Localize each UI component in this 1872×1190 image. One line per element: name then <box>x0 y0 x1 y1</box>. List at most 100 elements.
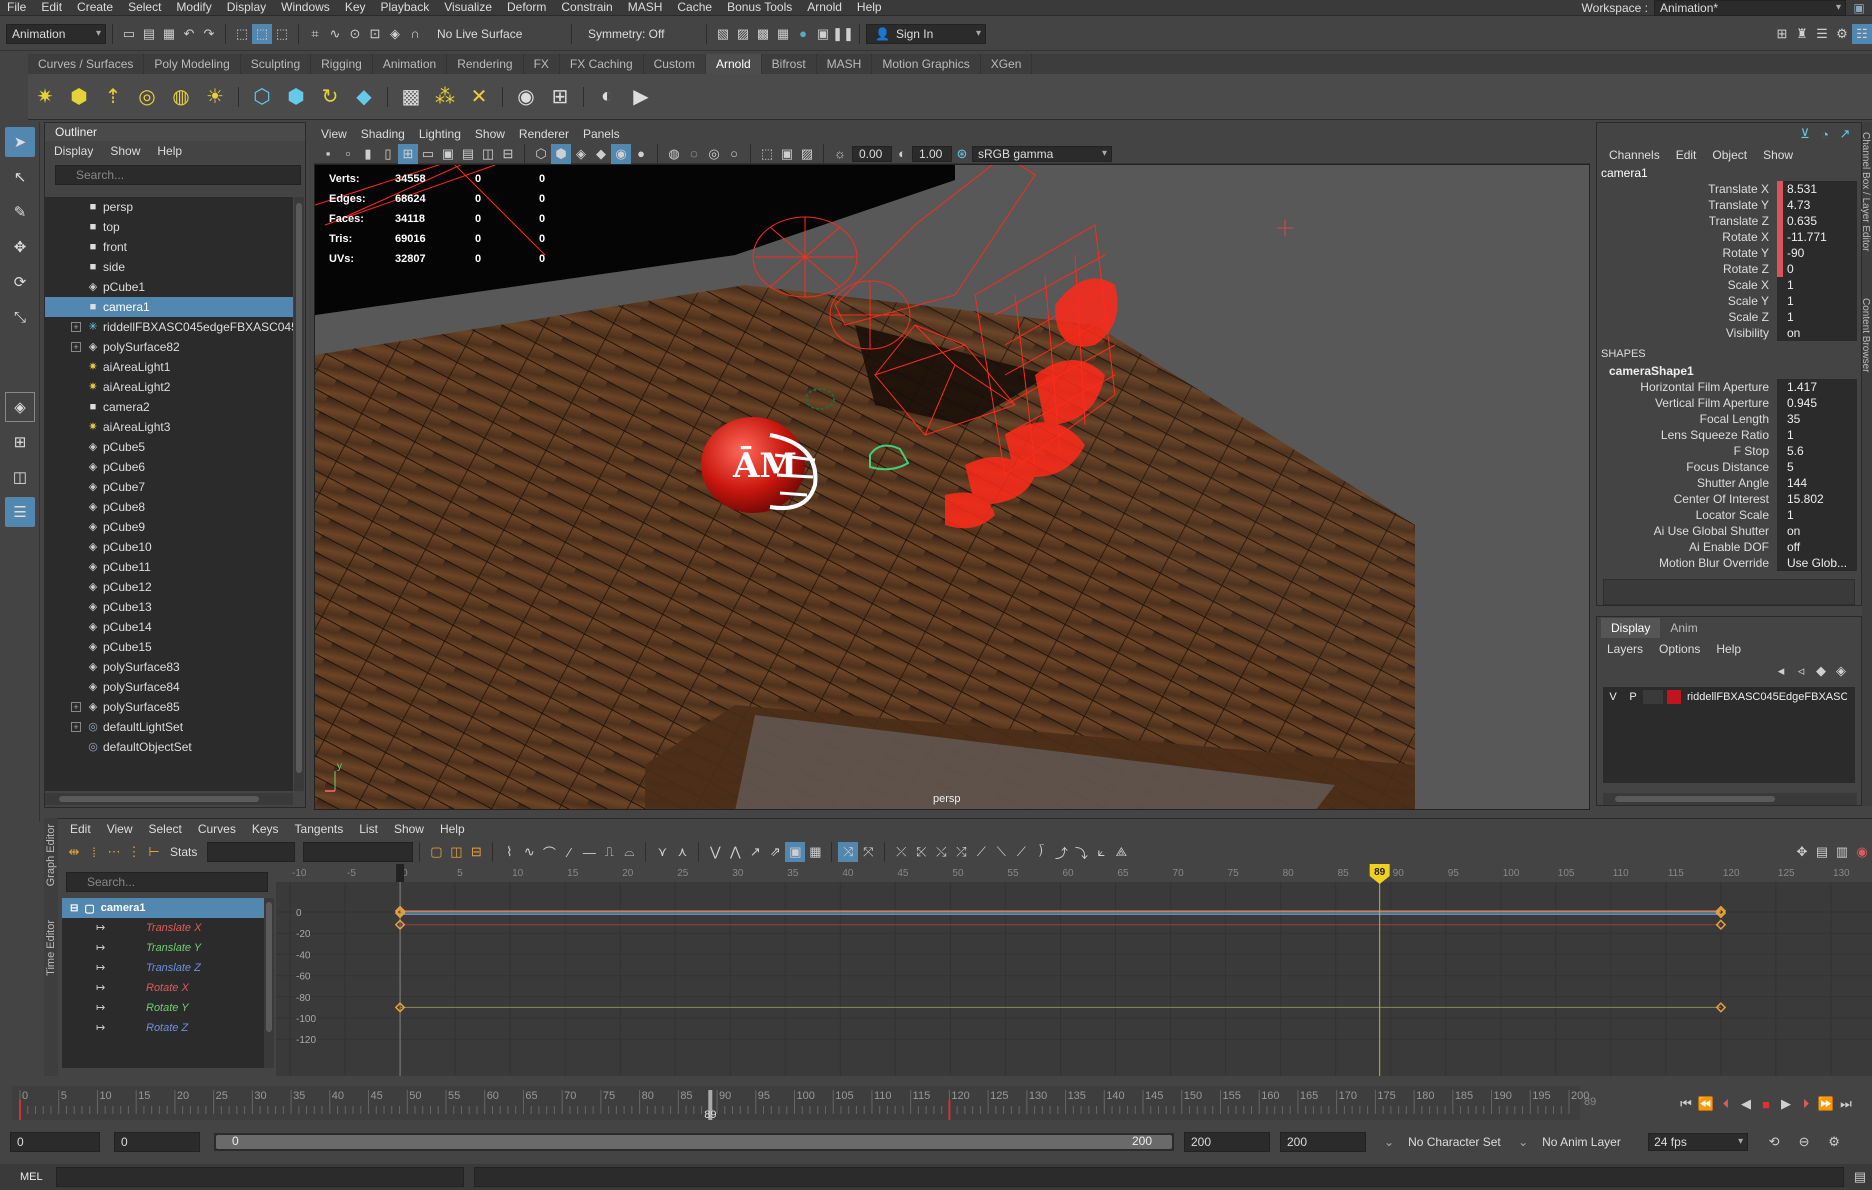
ghost-icon[interactable]: ⟀ <box>1091 842 1111 862</box>
layer-menu-help[interactable]: Help <box>1716 642 1741 656</box>
modeling-toolkit-icon[interactable]: ⊞ <box>1772 24 1792 44</box>
rotate-tool-icon[interactable]: ⟳ <box>5 267 35 297</box>
select-tool-icon[interactable]: ➤ <box>5 127 35 157</box>
xray-joints-icon[interactable]: ▣ <box>777 144 797 164</box>
menu-display[interactable]: Display <box>220 0 274 15</box>
shape-channel-row[interactable]: Focus Distance 5 <box>1597 459 1861 475</box>
resolution-gate-icon[interactable]: ▣ <box>438 144 458 164</box>
layer-tab-anim[interactable]: Anim <box>1660 618 1707 638</box>
layer-color-swatch[interactable] <box>1667 690 1681 704</box>
stop-icon[interactable]: ■ <box>1756 1094 1776 1114</box>
go-to-end-icon[interactable]: ⏭ <box>1836 1094 1856 1114</box>
outliner-item[interactable]: + ◈ polySurface85 <box>45 697 293 717</box>
outliner-item[interactable]: + ✳ riddellFBXASC045edgeFBXASC045gr <box>45 317 293 337</box>
field-chart-icon[interactable]: ◫ <box>478 144 498 164</box>
menu-select[interactable]: Select <box>121 0 169 15</box>
layer-visibility-toggle[interactable]: V <box>1603 691 1623 703</box>
value-snap-icon[interactable]: ▦ <box>805 842 825 862</box>
channel-name[interactable]: Ai Enable DOF <box>1597 539 1777 555</box>
outliner-item[interactable]: ◈ pCube14 <box>45 617 293 637</box>
ge-fit-icon[interactable]: ✥ <box>1792 842 1812 862</box>
clamped-tangent-icon[interactable]: ⌒ <box>539 842 559 862</box>
snap-keys-icon[interactable]: ⟌ <box>1031 842 1051 862</box>
step-back-frame-icon[interactable]: ⏪ <box>1696 1094 1716 1114</box>
snap-magnet-icon[interactable]: ∩ <box>405 24 425 44</box>
cycle-offset-icon[interactable]: ⤮ <box>951 842 971 862</box>
pause-icon[interactable]: ❚❚ <box>832 24 854 44</box>
shelf-tab-curves-surfaces[interactable]: Curves / Surfaces <box>28 54 145 74</box>
smooth-shade-icon[interactable]: ⬢ <box>551 143 571 164</box>
shelf-tab-bifrost[interactable]: Bifrost <box>762 54 817 74</box>
layer-name[interactable]: riddellFBXASC045EdgeFBXASC <box>1687 691 1847 703</box>
menu-visualize[interactable]: Visualize <box>437 0 500 15</box>
select-object-icon[interactable]: ⬚ <box>252 23 272 44</box>
mel-input[interactable] <box>56 1167 464 1187</box>
channel-name[interactable]: Rotate Y <box>1597 245 1777 261</box>
photometric-light-icon[interactable]: ◍ <box>167 83 195 111</box>
channel-name[interactable]: Visibility <box>1597 325 1777 341</box>
ambient-occlusion-icon[interactable]: ◍ <box>664 144 684 164</box>
attribute-editor-icon[interactable]: ☰ <box>1812 24 1832 44</box>
single-pane-layout-icon[interactable]: ◈ <box>5 392 35 422</box>
channel-name[interactable]: Rotate X <box>1597 229 1777 245</box>
channel-name[interactable]: Scale X <box>1597 277 1777 293</box>
layer-menu-layers[interactable]: Layers <box>1607 642 1643 656</box>
isolate-select-icon[interactable]: ○ <box>724 144 744 164</box>
channel-value[interactable]: 0 <box>1777 261 1857 277</box>
menu-create[interactable]: Create <box>70 0 121 15</box>
ge-menu-view[interactable]: View <box>99 819 141 839</box>
fps-select[interactable]: 24 fps <box>1648 1133 1749 1151</box>
auto-tangent-icon[interactable]: ⌇ <box>499 842 519 862</box>
xray-icon[interactable]: ⬚ <box>757 144 777 164</box>
channel-name[interactable]: Vertical Film Aperture <box>1597 395 1777 411</box>
channel-menu-show[interactable]: Show <box>1755 145 1801 165</box>
outliner-menu-show[interactable]: Show <box>101 141 148 161</box>
outliner-item[interactable]: ◎ defaultObjectSet <box>45 737 293 757</box>
expand-icon[interactable]: + <box>71 722 81 732</box>
ipr-icon[interactable]: ▣ <box>813 24 833 44</box>
four-pane-layout-icon[interactable]: ⊞ <box>5 427 35 457</box>
content-browser-tab[interactable]: Content Browser <box>1860 298 1871 372</box>
channel-name[interactable]: Scale Z <box>1597 309 1777 325</box>
outliner-item[interactable]: + ◈ polySurface82 <box>45 337 293 357</box>
shelf-tab-fx-caching[interactable]: FX Caching <box>560 54 644 74</box>
channel-row[interactable]: Scale Y1 <box>1597 293 1861 309</box>
render-frame-icon[interactable]: ▧ <box>713 24 733 44</box>
ge-menu-select[interactable]: Select <box>140 819 189 839</box>
export-standin-icon[interactable]: ◆ <box>350 83 378 111</box>
channel-value[interactable]: 1 <box>1777 293 1857 309</box>
cycle-icon[interactable]: ⤯ <box>931 842 951 862</box>
menu-modify[interactable]: Modify <box>169 0 219 15</box>
use-all-lights-icon[interactable]: ◉ <box>611 143 631 164</box>
menu-playback[interactable]: Playback <box>374 0 438 15</box>
channel-value[interactable]: 0.635 <box>1777 213 1857 229</box>
wireframe-icon[interactable]: ⬡ <box>531 144 551 164</box>
play-icon[interactable]: ▶ <box>627 83 655 111</box>
outliner-item[interactable]: ◈ polySurface84 <box>45 677 293 697</box>
menu-bonus-tools[interactable]: Bonus Tools <box>720 0 800 15</box>
snap-grid-icon[interactable]: ⌗ <box>305 24 325 44</box>
select-component-icon[interactable]: ⬚ <box>272 24 292 44</box>
ge-menu-show[interactable]: Show <box>386 819 432 839</box>
render-view-shelf-icon[interactable]: ◉ <box>512 83 540 111</box>
anim-prefs-icon[interactable]: ⚙ <box>1824 1132 1844 1152</box>
light-manager-icon[interactable]: ✕ <box>465 83 493 111</box>
shelf-tab-rendering[interactable]: Rendering <box>447 54 524 74</box>
channel-value[interactable]: 1.417 <box>1777 379 1857 395</box>
channel-value[interactable]: 5 <box>1777 459 1857 475</box>
shelf-tab-poly-modeling[interactable]: Poly Modeling <box>144 54 241 74</box>
physical-sky-icon[interactable]: ☀ <box>201 83 229 111</box>
channel-menu-edit[interactable]: Edit <box>1668 145 1705 165</box>
graph-editor-search-input[interactable]: Search... <box>66 872 268 892</box>
channel-value[interactable]: 0.945 <box>1777 395 1857 411</box>
region-icon[interactable]: ⋮ <box>124 842 144 862</box>
select-hierarchy-icon[interactable]: ⬚ <box>232 24 252 44</box>
outliner-item[interactable]: ✷ aiAreaLight2 <box>45 377 293 397</box>
textured-icon[interactable]: ◆ <box>591 144 611 164</box>
channel-name[interactable]: Rotate Z <box>1597 261 1777 277</box>
outliner-hscrollbar[interactable] <box>45 793 293 805</box>
channel-value[interactable]: 144 <box>1777 475 1857 491</box>
channel-name[interactable]: Focal Length <box>1597 411 1777 427</box>
shape-channel-row[interactable]: Motion Blur Override Use Glob... <box>1597 555 1861 571</box>
play-backwards-icon[interactable]: ◀ <box>1736 1094 1756 1114</box>
